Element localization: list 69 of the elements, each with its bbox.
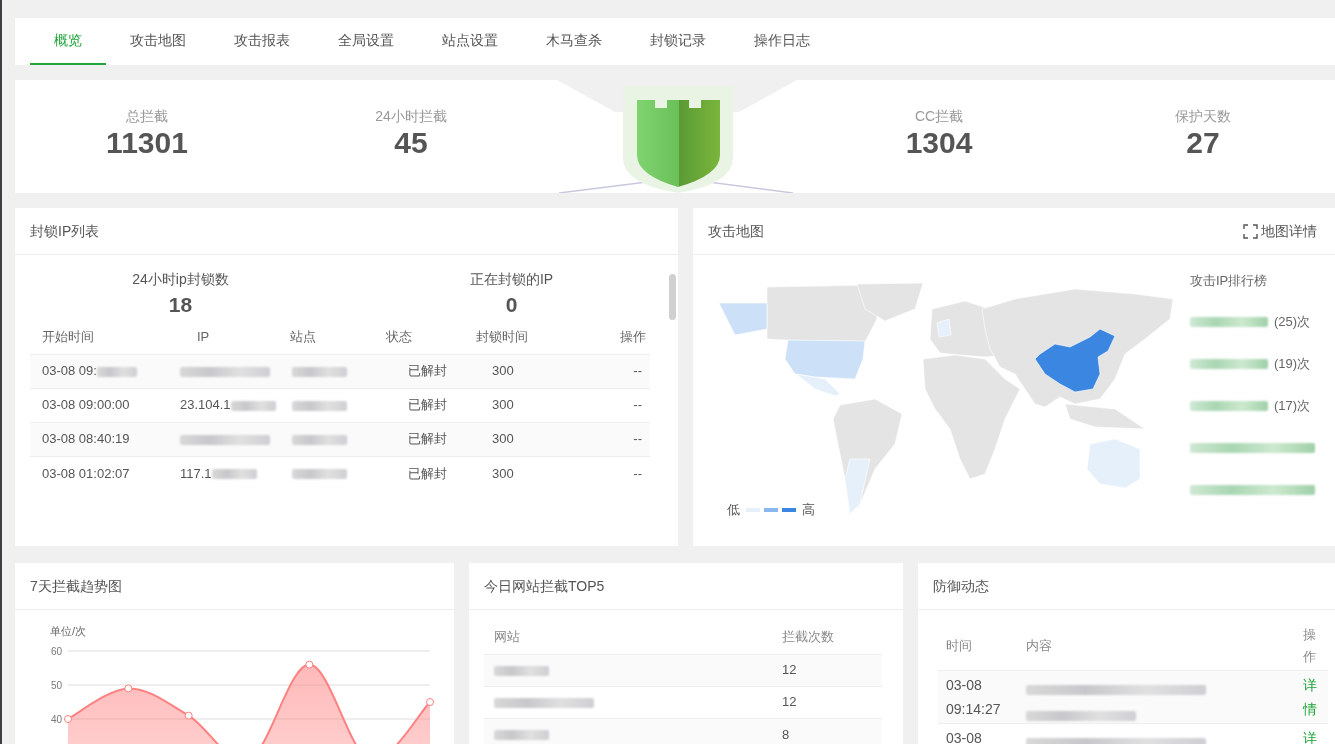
table-cell: 12: [782, 662, 797, 678]
stat-label: CC拦截: [914, 107, 964, 125]
stat-label: 24小时拦截: [375, 107, 447, 125]
ranking-count: (19)次: [1274, 355, 1311, 371]
table-cell: 03-08 09:00:00: [42, 397, 130, 413]
tick-label: 50: [50, 680, 62, 691]
table-cell: 03-08 09:: [42, 363, 97, 379]
column-header: 状态: [372, 320, 455, 354]
ranking-title: 攻击IP排行榜: [1190, 272, 1269, 290]
table-cell: 已解封: [408, 431, 447, 447]
legend-label: 高: [802, 501, 815, 519]
table-cell: 03-08 08:40:19: [42, 431, 130, 447]
table-cell: --: [633, 397, 642, 413]
panel-title: 攻击地图: [708, 221, 764, 241]
table-cell: 已解封: [408, 397, 447, 413]
table-cell: 03-08: [946, 730, 982, 744]
column-header: 封锁时间: [455, 320, 585, 354]
tab[interactable]: 木马查杀: [522, 18, 626, 65]
summary-label: 24小时ip封锁数: [132, 270, 229, 289]
stat-value: 45: [394, 125, 428, 161]
stat-value: 27: [1186, 125, 1220, 161]
table-cell: 300: [492, 363, 514, 379]
tab[interactable]: 攻击地图: [106, 18, 210, 65]
column-header: IP: [170, 320, 280, 354]
table-cell: 8: [782, 726, 790, 742]
table-cell: 已解封: [408, 465, 447, 481]
table-cell: 03-08 09:14:27: [946, 677, 1001, 717]
stat-label: 保护天数: [1175, 107, 1231, 125]
table-cell: 03-08 01:02:07: [42, 465, 130, 481]
legend-label: 低: [727, 501, 740, 519]
summary-value: 18: [168, 292, 193, 318]
table-cell: --: [633, 465, 642, 481]
panel-title: 今日网站拦截TOP5: [484, 576, 605, 596]
axis-title: 单位/次: [50, 625, 87, 637]
table-cell: 23.104.1: [180, 397, 231, 413]
summary-value: 0: [505, 292, 518, 318]
table-cell: --: [633, 431, 642, 447]
stat-label: 总拦截: [126, 107, 168, 125]
ranking-count: (25)次: [1274, 313, 1311, 329]
tab[interactable]: 操作日志: [730, 18, 834, 65]
tick-label: 40: [50, 714, 62, 725]
column-header: 站点: [280, 320, 372, 354]
table-cell: 300: [492, 397, 514, 413]
column-header: 开始时间: [30, 320, 170, 354]
table-cell: 300: [492, 465, 514, 481]
table-cell: 117.1: [180, 465, 212, 481]
column-header: 操作: [1303, 622, 1328, 671]
summary-label: 正在封锁的IP: [469, 270, 554, 289]
tab[interactable]: 全局设置: [314, 18, 418, 65]
panel-title: 防御动态: [933, 576, 989, 596]
panel-title: 封锁IP列表: [30, 221, 100, 241]
table-cell: 已解封: [408, 363, 447, 379]
table-cell: 300: [492, 431, 514, 447]
tab[interactable]: 站点设置: [418, 18, 522, 65]
table-cell: 12: [782, 694, 797, 710]
panel-title: 7天拦截趋势图: [30, 576, 122, 596]
table-cell: --: [633, 363, 642, 379]
column-header: 时间: [938, 622, 1018, 671]
column-header: 内容: [1018, 622, 1303, 671]
ranking-count: (17)次: [1274, 397, 1311, 413]
stat-value: 1304: [905, 125, 973, 161]
column-header: 操作: [585, 320, 650, 354]
map-detail-link[interactable]: 地图详情: [1243, 220, 1317, 242]
tab[interactable]: 封锁记录: [626, 18, 730, 65]
column-header: 网站: [484, 620, 772, 654]
stat-value: 11301: [106, 125, 188, 161]
column-header: 拦截次数: [772, 620, 882, 654]
tab[interactable]: 攻击报表: [210, 18, 314, 65]
tick-label: 60: [50, 646, 62, 657]
